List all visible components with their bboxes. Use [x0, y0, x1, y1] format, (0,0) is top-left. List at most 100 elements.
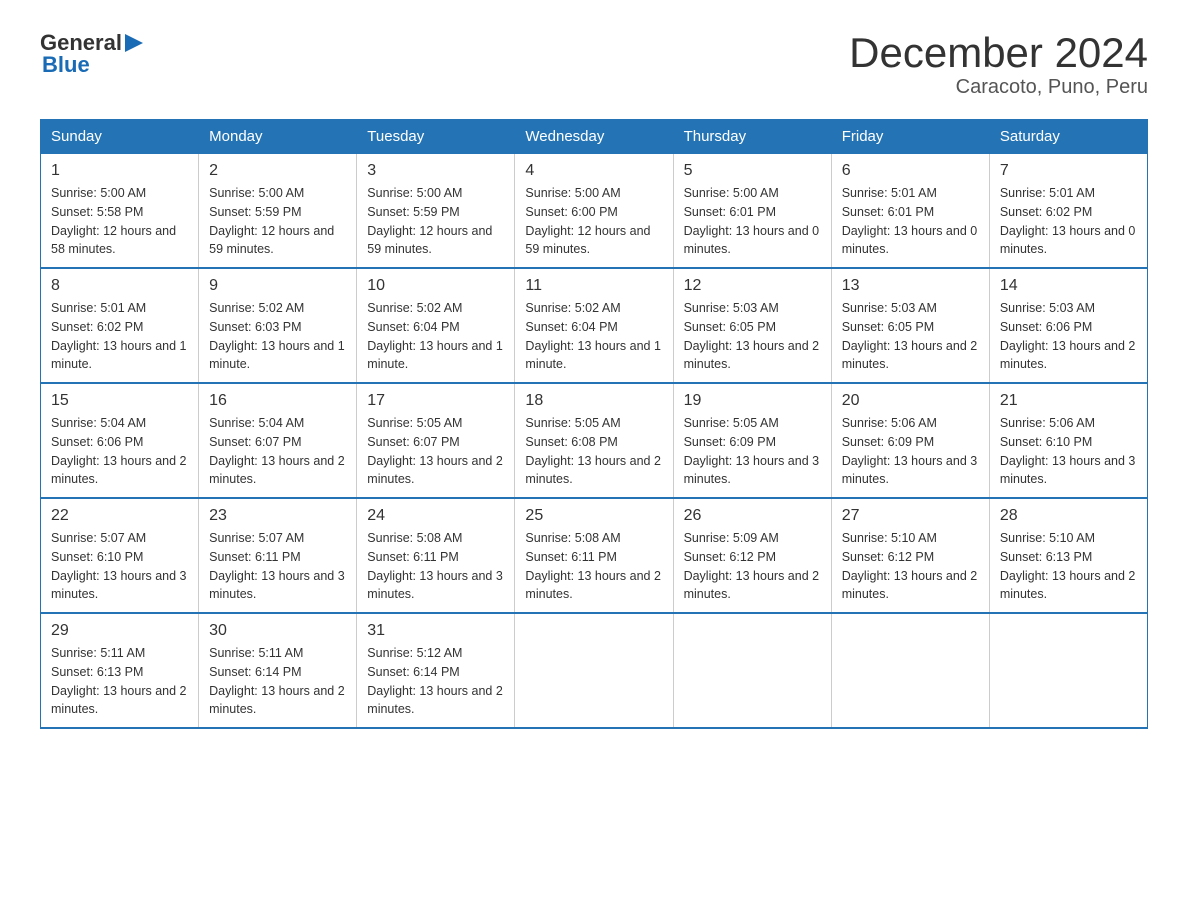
- day-info: Sunrise: 5:02 AMSunset: 6:03 PMDaylight:…: [209, 301, 345, 371]
- day-number: 13: [842, 277, 979, 295]
- day-number: 23: [209, 507, 346, 525]
- col-tuesday: Tuesday: [357, 120, 515, 154]
- day-info: Sunrise: 5:00 AMSunset: 6:01 PMDaylight:…: [684, 186, 820, 256]
- col-friday: Friday: [831, 120, 989, 154]
- table-row: [831, 613, 989, 728]
- table-row: 20 Sunrise: 5:06 AMSunset: 6:09 PMDaylig…: [831, 383, 989, 498]
- day-number: 2: [209, 162, 346, 180]
- table-row: 25 Sunrise: 5:08 AMSunset: 6:11 PMDaylig…: [515, 498, 673, 613]
- day-info: Sunrise: 5:01 AMSunset: 6:02 PMDaylight:…: [51, 301, 187, 371]
- day-info: Sunrise: 5:12 AMSunset: 6:14 PMDaylight:…: [367, 646, 503, 716]
- table-row: 31 Sunrise: 5:12 AMSunset: 6:14 PMDaylig…: [357, 613, 515, 728]
- table-row: 13 Sunrise: 5:03 AMSunset: 6:05 PMDaylig…: [831, 268, 989, 383]
- table-row: 3 Sunrise: 5:00 AMSunset: 5:59 PMDayligh…: [357, 154, 515, 269]
- table-row: 2 Sunrise: 5:00 AMSunset: 5:59 PMDayligh…: [199, 154, 357, 269]
- day-number: 27: [842, 507, 979, 525]
- table-row: 29 Sunrise: 5:11 AMSunset: 6:13 PMDaylig…: [41, 613, 199, 728]
- day-info: Sunrise: 5:07 AMSunset: 6:11 PMDaylight:…: [209, 531, 345, 601]
- day-number: 26: [684, 507, 821, 525]
- day-number: 11: [525, 277, 662, 295]
- table-row: [673, 613, 831, 728]
- day-number: 8: [51, 277, 188, 295]
- logo: General Blue: [40, 30, 143, 78]
- col-wednesday: Wednesday: [515, 120, 673, 154]
- day-number: 31: [367, 622, 504, 640]
- table-row: 4 Sunrise: 5:00 AMSunset: 6:00 PMDayligh…: [515, 154, 673, 269]
- logo-arrow-icon: [125, 32, 143, 54]
- day-info: Sunrise: 5:08 AMSunset: 6:11 PMDaylight:…: [525, 531, 661, 601]
- col-monday: Monday: [199, 120, 357, 154]
- day-info: Sunrise: 5:01 AMSunset: 6:01 PMDaylight:…: [842, 186, 978, 256]
- table-row: 5 Sunrise: 5:00 AMSunset: 6:01 PMDayligh…: [673, 154, 831, 269]
- day-number: 25: [525, 507, 662, 525]
- day-info: Sunrise: 5:02 AMSunset: 6:04 PMDaylight:…: [367, 301, 503, 371]
- calendar-week-row: 8 Sunrise: 5:01 AMSunset: 6:02 PMDayligh…: [41, 268, 1148, 383]
- day-number: 20: [842, 392, 979, 410]
- table-row: 18 Sunrise: 5:05 AMSunset: 6:08 PMDaylig…: [515, 383, 673, 498]
- day-number: 17: [367, 392, 504, 410]
- day-info: Sunrise: 5:10 AMSunset: 6:13 PMDaylight:…: [1000, 531, 1136, 601]
- table-row: 12 Sunrise: 5:03 AMSunset: 6:05 PMDaylig…: [673, 268, 831, 383]
- day-info: Sunrise: 5:00 AMSunset: 6:00 PMDaylight:…: [525, 186, 650, 256]
- day-info: Sunrise: 5:05 AMSunset: 6:09 PMDaylight:…: [684, 416, 820, 486]
- page-subtitle: Caracoto, Puno, Peru: [849, 76, 1148, 99]
- day-info: Sunrise: 5:00 AMSunset: 5:59 PMDaylight:…: [367, 186, 492, 256]
- table-row: 8 Sunrise: 5:01 AMSunset: 6:02 PMDayligh…: [41, 268, 199, 383]
- day-number: 28: [1000, 507, 1137, 525]
- day-number: 6: [842, 162, 979, 180]
- col-sunday: Sunday: [41, 120, 199, 154]
- day-number: 3: [367, 162, 504, 180]
- table-row: 24 Sunrise: 5:08 AMSunset: 6:11 PMDaylig…: [357, 498, 515, 613]
- day-info: Sunrise: 5:04 AMSunset: 6:07 PMDaylight:…: [209, 416, 345, 486]
- table-row: 1 Sunrise: 5:00 AMSunset: 5:58 PMDayligh…: [41, 154, 199, 269]
- title-block: December 2024 Caracoto, Puno, Peru: [849, 30, 1148, 99]
- day-number: 29: [51, 622, 188, 640]
- table-row: 10 Sunrise: 5:02 AMSunset: 6:04 PMDaylig…: [357, 268, 515, 383]
- calendar-header-row: Sunday Monday Tuesday Wednesday Thursday…: [41, 120, 1148, 154]
- table-row: 22 Sunrise: 5:07 AMSunset: 6:10 PMDaylig…: [41, 498, 199, 613]
- table-row: 26 Sunrise: 5:09 AMSunset: 6:12 PMDaylig…: [673, 498, 831, 613]
- calendar-table: Sunday Monday Tuesday Wednesday Thursday…: [40, 119, 1148, 729]
- table-row: 9 Sunrise: 5:02 AMSunset: 6:03 PMDayligh…: [199, 268, 357, 383]
- calendar-week-row: 29 Sunrise: 5:11 AMSunset: 6:13 PMDaylig…: [41, 613, 1148, 728]
- page-header: General Blue December 2024 Caracoto, Pun…: [40, 30, 1148, 99]
- day-number: 19: [684, 392, 821, 410]
- logo-blue-text: Blue: [42, 52, 90, 78]
- day-number: 1: [51, 162, 188, 180]
- table-row: 30 Sunrise: 5:11 AMSunset: 6:14 PMDaylig…: [199, 613, 357, 728]
- col-thursday: Thursday: [673, 120, 831, 154]
- col-saturday: Saturday: [989, 120, 1147, 154]
- day-number: 4: [525, 162, 662, 180]
- table-row: 16 Sunrise: 5:04 AMSunset: 6:07 PMDaylig…: [199, 383, 357, 498]
- table-row: 7 Sunrise: 5:01 AMSunset: 6:02 PMDayligh…: [989, 154, 1147, 269]
- day-info: Sunrise: 5:04 AMSunset: 6:06 PMDaylight:…: [51, 416, 187, 486]
- day-info: Sunrise: 5:10 AMSunset: 6:12 PMDaylight:…: [842, 531, 978, 601]
- day-info: Sunrise: 5:01 AMSunset: 6:02 PMDaylight:…: [1000, 186, 1136, 256]
- day-number: 14: [1000, 277, 1137, 295]
- day-number: 9: [209, 277, 346, 295]
- day-info: Sunrise: 5:03 AMSunset: 6:05 PMDaylight:…: [684, 301, 820, 371]
- day-info: Sunrise: 5:05 AMSunset: 6:07 PMDaylight:…: [367, 416, 503, 486]
- day-info: Sunrise: 5:11 AMSunset: 6:14 PMDaylight:…: [209, 646, 345, 716]
- day-number: 10: [367, 277, 504, 295]
- day-info: Sunrise: 5:03 AMSunset: 6:06 PMDaylight:…: [1000, 301, 1136, 371]
- day-info: Sunrise: 5:07 AMSunset: 6:10 PMDaylight:…: [51, 531, 187, 601]
- day-number: 24: [367, 507, 504, 525]
- table-row: 11 Sunrise: 5:02 AMSunset: 6:04 PMDaylig…: [515, 268, 673, 383]
- page-title: December 2024: [849, 30, 1148, 76]
- table-row: [515, 613, 673, 728]
- day-info: Sunrise: 5:08 AMSunset: 6:11 PMDaylight:…: [367, 531, 503, 601]
- day-number: 30: [209, 622, 346, 640]
- table-row: 19 Sunrise: 5:05 AMSunset: 6:09 PMDaylig…: [673, 383, 831, 498]
- day-number: 22: [51, 507, 188, 525]
- day-info: Sunrise: 5:09 AMSunset: 6:12 PMDaylight:…: [684, 531, 820, 601]
- calendar-week-row: 1 Sunrise: 5:00 AMSunset: 5:58 PMDayligh…: [41, 154, 1148, 269]
- day-info: Sunrise: 5:00 AMSunset: 5:58 PMDaylight:…: [51, 186, 176, 256]
- calendar-week-row: 15 Sunrise: 5:04 AMSunset: 6:06 PMDaylig…: [41, 383, 1148, 498]
- table-row: 14 Sunrise: 5:03 AMSunset: 6:06 PMDaylig…: [989, 268, 1147, 383]
- table-row: 27 Sunrise: 5:10 AMSunset: 6:12 PMDaylig…: [831, 498, 989, 613]
- table-row: 28 Sunrise: 5:10 AMSunset: 6:13 PMDaylig…: [989, 498, 1147, 613]
- table-row: [989, 613, 1147, 728]
- day-info: Sunrise: 5:05 AMSunset: 6:08 PMDaylight:…: [525, 416, 661, 486]
- day-info: Sunrise: 5:06 AMSunset: 6:09 PMDaylight:…: [842, 416, 978, 486]
